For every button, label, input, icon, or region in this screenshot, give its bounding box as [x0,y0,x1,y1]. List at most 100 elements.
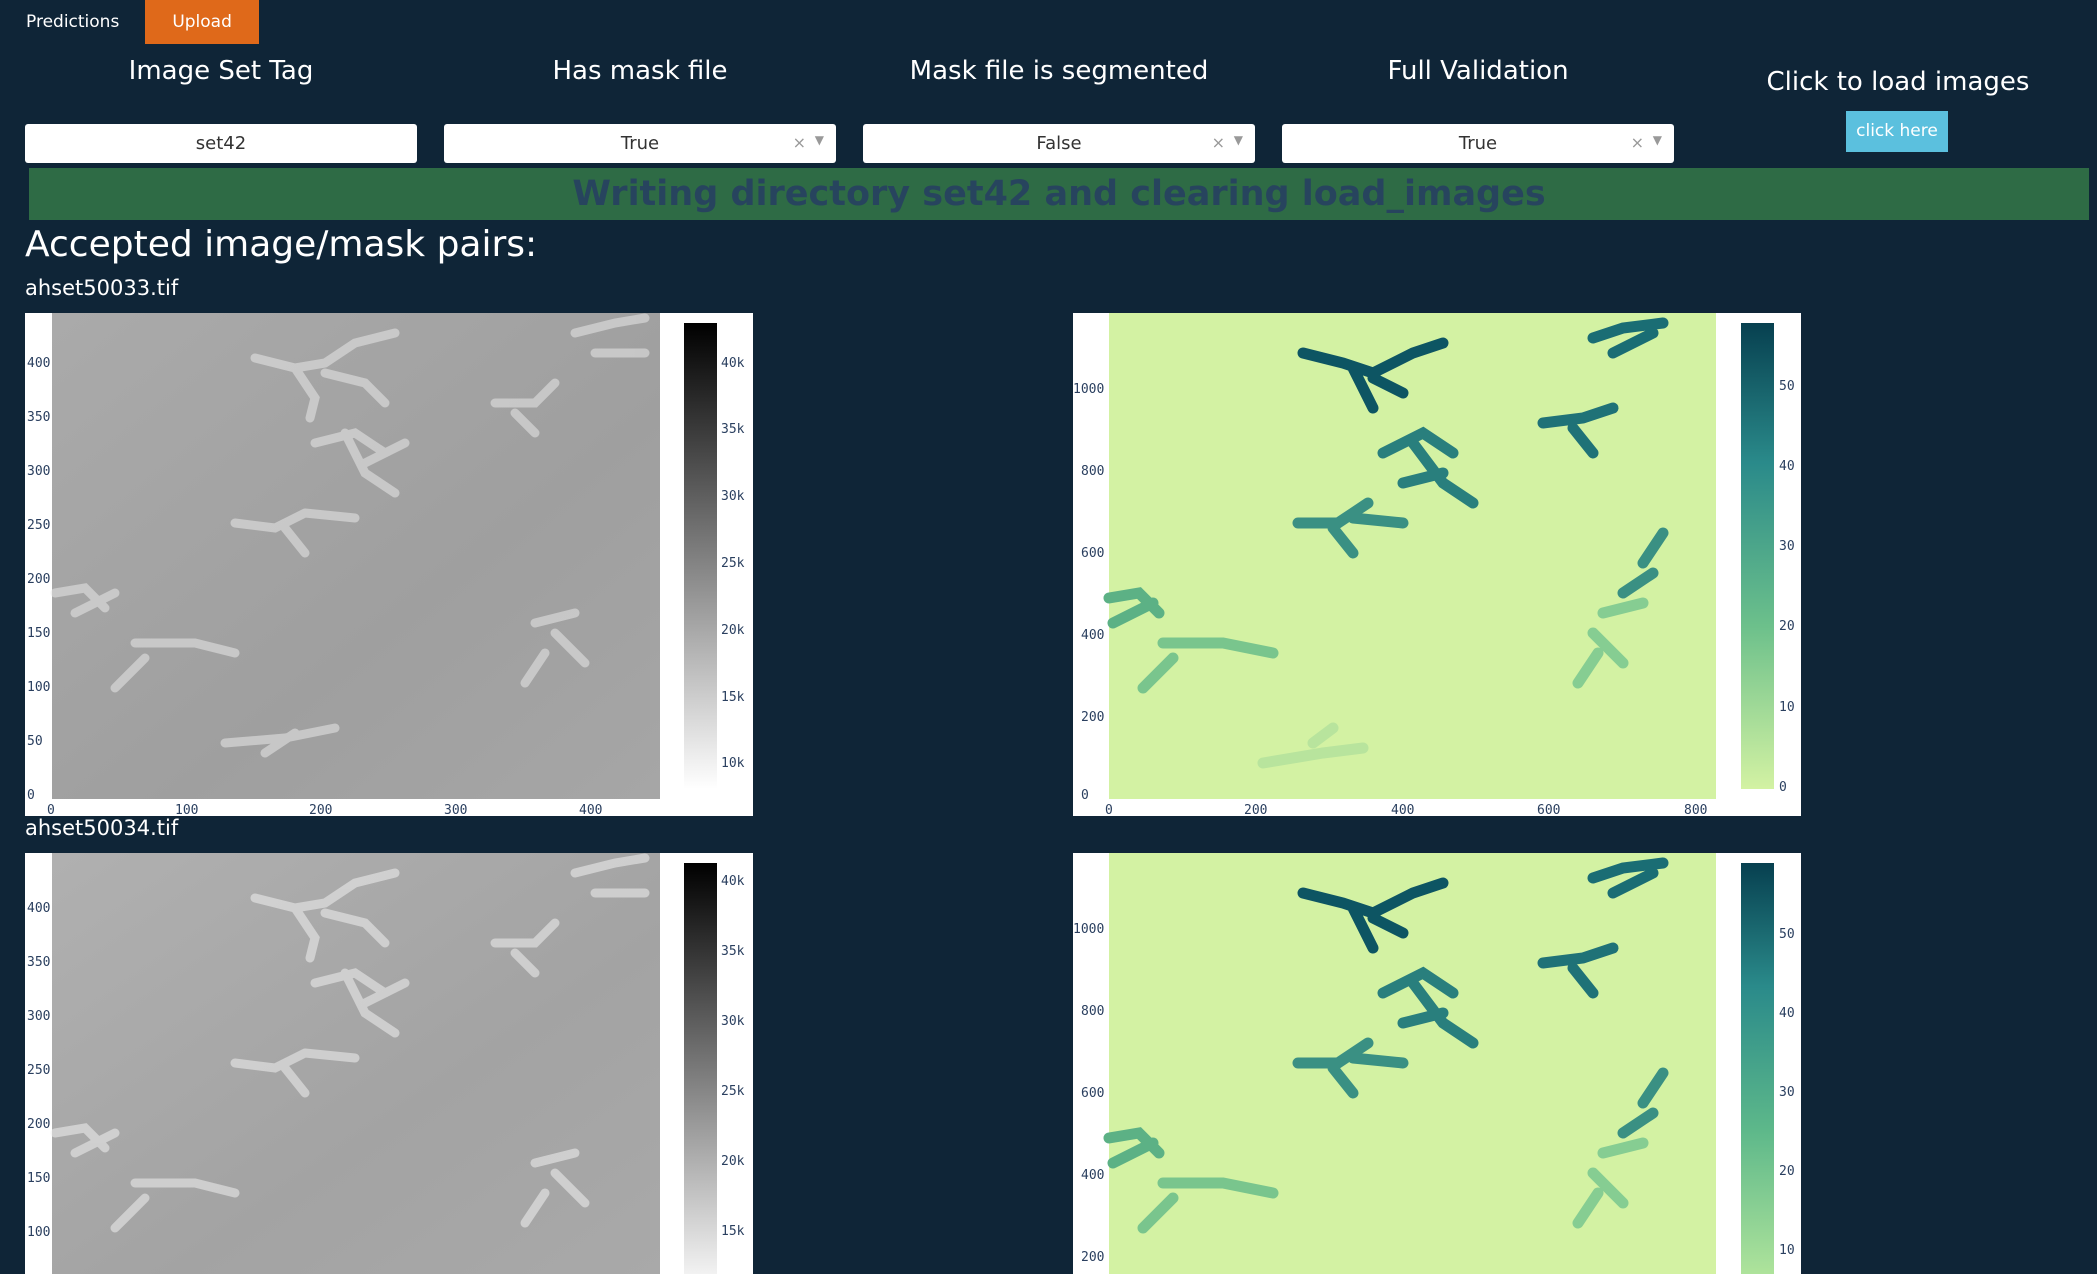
mask-segmented-dropdown[interactable]: False × ▼ [863,124,1255,163]
y-tick: 100 [27,1225,50,1240]
image-set-tag-value: set42 [195,133,247,154]
pair-2-mask-plot[interactable]: 200 400 600 800 1000 10 20 30 40 50 [1073,853,1801,1274]
colorbar-mask [1741,863,1774,1274]
pair-2-image-colorbar-ticks: 15k 20k 25k 30k 35k 40k [721,874,745,1239]
colorbar-tick: 35k [721,422,745,437]
mask-segmented-label: Mask file is segmented [909,56,1209,86]
colorbar-tick: 20 [1779,619,1795,634]
full-validation-value: True [1458,133,1498,154]
colorbar-tick: 20k [721,623,745,638]
tab-predictions[interactable]: Predictions [0,0,145,44]
colorbar-tick: 40 [1779,1006,1795,1021]
mask-segmented-value: False [1036,133,1082,154]
y-tick: 350 [27,955,50,970]
y-tick: 150 [27,1171,50,1186]
colorbar-tick: 15k [721,1224,745,1239]
colorbar-tick: 10k [721,756,745,771]
colorbar-tick: 15k [721,690,745,705]
pair-1-image-plot[interactable]: 0 50 100 150 200 250 300 350 400 0 100 2… [25,313,753,816]
clear-icon[interactable]: × [793,133,806,152]
image-set-tag-input[interactable]: set42 [25,124,417,163]
y-tick: 200 [27,1117,50,1132]
load-images-label: Click to load images [1766,67,2030,97]
full-validation-dropdown[interactable]: True × ▼ [1282,124,1674,163]
pair-1-image-xaxis: 0 100 200 300 400 [47,803,602,816]
mask-image [1109,313,1716,799]
y-tick: 50 [27,734,43,749]
clear-icon[interactable]: × [1212,133,1225,152]
pair-1-mask-colorbar-ticks: 0 10 20 30 40 50 [1779,379,1795,795]
status-banner: Writing directory set42 and clearing loa… [29,168,2089,220]
microscopy-image [52,313,660,799]
pair-1-mask-yaxis: 0 200 400 600 800 1000 [1073,382,1104,803]
has-mask-value: True [620,133,660,154]
pair-2-image-yaxis: 100 150 200 250 300 350 400 [27,901,50,1240]
colorbar-tick: 40k [721,356,745,371]
y-tick: 200 [1081,710,1104,725]
colorbar-tick: 10 [1779,1243,1795,1258]
colorbar-tick: 0 [1779,780,1787,795]
y-tick: 0 [1081,788,1089,803]
colorbar-tick: 30 [1779,539,1795,554]
x-tick: 0 [47,803,55,816]
y-tick: 250 [27,1063,50,1078]
pair-1-mask-xaxis: 0 200 400 600 800 [1105,803,1707,816]
colorbar-tick: 30 [1779,1085,1795,1100]
pair-1-mask-svg: 0 200 400 600 800 1000 0 200 400 600 800… [1073,313,1795,816]
pair-2-mask-yaxis: 200 400 600 800 1000 [1073,922,1104,1265]
colorbar-tick: 20 [1779,1164,1795,1179]
y-tick: 350 [27,410,50,425]
clear-icon[interactable]: × [1631,133,1644,152]
y-tick: 200 [1081,1250,1104,1265]
y-tick: 400 [1081,1168,1104,1183]
colorbar-tick: 30k [721,489,745,504]
chevron-down-icon[interactable]: ▼ [1234,133,1243,147]
y-tick: 1000 [1073,382,1104,397]
colorbar-tick: 20k [721,1154,745,1169]
section-title: Accepted image/mask pairs: [25,224,538,265]
pair-1-image-yaxis: 0 50 100 150 200 250 300 350 400 [27,356,50,803]
colorbar-tick: 10 [1779,700,1795,715]
y-tick: 0 [27,788,35,803]
chevron-down-icon[interactable]: ▼ [815,133,824,147]
tab-bar: Predictions Upload [0,0,259,44]
chevron-down-icon[interactable]: ▼ [1653,133,1662,147]
tab-upload[interactable]: Upload [145,0,259,44]
pair-1-filename: ahset50033.tif [25,276,179,300]
y-tick: 250 [27,518,50,533]
y-tick: 200 [27,572,50,587]
y-tick: 400 [27,356,50,371]
mask-image [1109,853,1716,1274]
y-tick: 600 [1081,546,1104,561]
y-tick: 800 [1081,464,1104,479]
x-tick: 0 [1105,803,1113,816]
y-tick: 100 [27,680,50,695]
full-validation-label: Full Validation [1387,56,1569,86]
colorbar-tick: 50 [1779,927,1795,942]
image-set-tag-label: Image Set Tag [128,56,314,86]
pair-2-image-svg: 100 150 200 250 300 350 400 15k 20k 25k … [27,853,745,1274]
x-tick: 400 [1391,803,1414,816]
y-tick: 600 [1081,1086,1104,1101]
pair-2-image-plot[interactable]: 100 150 200 250 300 350 400 15k 20k 25k … [25,853,753,1274]
colorbar-tick: 30k [721,1014,745,1029]
has-mask-label: Has mask file [552,56,728,86]
x-tick: 800 [1684,803,1707,816]
load-images-button[interactable]: click here [1846,111,1948,152]
y-tick: 150 [27,626,50,641]
x-tick: 200 [1244,803,1267,816]
y-tick: 1000 [1073,922,1104,937]
colorbar-tick: 50 [1779,379,1795,394]
pair-1-mask-plot[interactable]: 0 200 400 600 800 1000 0 200 400 600 800… [1073,313,1801,816]
x-tick: 300 [444,803,467,816]
pair-2-mask-svg: 200 400 600 800 1000 10 20 30 40 50 [1073,853,1795,1274]
pair-1-image-colorbar-ticks: 10k 15k 20k 25k 30k 35k 40k [721,356,745,771]
colorbar-tick: 25k [721,1084,745,1099]
y-tick: 400 [27,901,50,916]
x-tick: 200 [309,803,332,816]
y-tick: 800 [1081,1004,1104,1019]
has-mask-dropdown[interactable]: True × ▼ [444,124,836,163]
y-tick: 300 [27,1009,50,1024]
x-tick: 100 [175,803,198,816]
colorbar-mask [1741,323,1774,789]
